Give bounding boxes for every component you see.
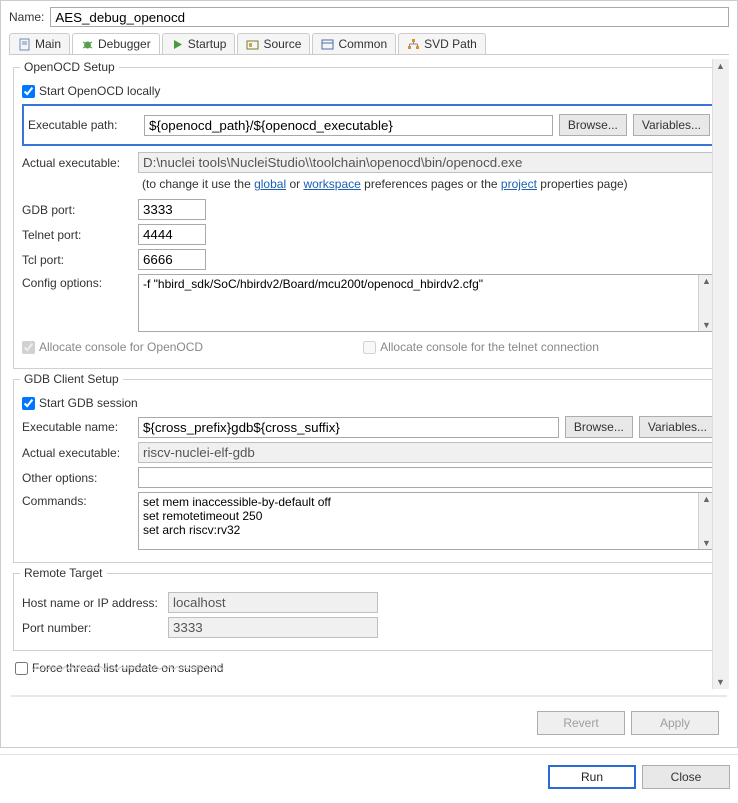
gdb-commands-textarea[interactable]: set mem inaccessible-by-default off set … (139, 493, 698, 549)
start-gdb-checkbox[interactable] (22, 397, 35, 410)
run-button[interactable]: Run (548, 765, 636, 789)
gdb-other-input[interactable] (138, 467, 716, 488)
workspace-link[interactable]: workspace (303, 177, 360, 191)
force-thread-checkbox[interactable] (15, 662, 28, 675)
gdb-client-group: GDB Client Setup Start GDB session Execu… (13, 379, 725, 563)
start-openocd-checkbox[interactable] (22, 85, 35, 98)
scroll-down-icon: ▼ (716, 677, 725, 687)
apply-button: Apply (631, 711, 719, 735)
openocd-setup-group: OpenOCD Setup Start OpenOCD locally Exec… (13, 67, 725, 369)
force-thread-row: Force thread list update on suspend (15, 661, 723, 675)
force-thread-label: Force thread list update on suspend (32, 661, 223, 675)
exec-path-browse-button[interactable]: Browse... (559, 114, 627, 136)
openocd-legend: OpenOCD Setup (20, 60, 119, 74)
close-button[interactable]: Close (642, 765, 730, 789)
tab-label: Common (338, 37, 387, 51)
tab-label: Source (263, 37, 301, 51)
name-input[interactable] (50, 7, 729, 27)
content-scrollbar[interactable]: ▲ ▼ (712, 59, 729, 689)
global-link[interactable]: global (254, 177, 286, 191)
alloc-openocd-label: Allocate console for OpenOCD (39, 340, 203, 354)
gdb-browse-button[interactable]: Browse... (565, 416, 633, 438)
remote-target-group: Remote Target Host name or IP address: P… (13, 573, 725, 651)
gdb-port-label: GDB port: (22, 203, 132, 217)
tab-label: Startup (188, 37, 227, 51)
actual-exec-label: Actual executable: (22, 156, 132, 170)
tab-startup[interactable]: Startup (162, 33, 236, 54)
tab-label: Main (35, 37, 61, 51)
source-icon (246, 38, 259, 51)
tab-source[interactable]: Source (237, 33, 310, 54)
scroll-down-icon: ▼ (702, 320, 711, 330)
exec-path-highlight: Executable path: Browse... Variables... (22, 104, 716, 146)
tab-label: SVD Path (424, 37, 477, 51)
gdb-actual-exec-label: Actual executable: (22, 446, 132, 460)
scroll-up-icon: ▲ (702, 494, 711, 504)
tab-common[interactable]: Common (312, 33, 396, 54)
gdb-commands-label: Commands: (22, 492, 132, 508)
tab-main[interactable]: Main (9, 33, 70, 54)
alloc-telnet-checkbox (363, 341, 376, 354)
revert-button: Revert (537, 711, 625, 735)
tab-label: Debugger (98, 37, 151, 51)
document-icon (18, 38, 31, 51)
tab-svd-path[interactable]: SVD Path (398, 33, 486, 54)
config-options-label: Config options: (22, 274, 132, 290)
remote-legend: Remote Target (20, 566, 107, 580)
scroll-up-icon: ▲ (702, 276, 711, 286)
host-label: Host name or IP address: (22, 596, 162, 610)
tcl-port-label: Tcl port: (22, 253, 132, 267)
scroll-up-icon: ▲ (716, 61, 725, 71)
gdb-legend: GDB Client Setup (20, 372, 123, 386)
project-link[interactable]: project (501, 177, 537, 191)
config-options-textarea[interactable]: -f "hbird_sdk/SoC/hbirdv2/Board/mcu200t/… (139, 275, 698, 331)
gdb-exec-name-input[interactable] (138, 417, 559, 438)
gdb-port-input[interactable] (138, 199, 206, 220)
gdb-variables-button[interactable]: Variables... (639, 416, 716, 438)
exec-path-input[interactable] (144, 115, 553, 136)
port-label: Port number: (22, 621, 162, 635)
gdb-other-label: Other options: (22, 471, 132, 485)
window-icon (321, 38, 334, 51)
gdb-actual-exec-input (138, 442, 716, 463)
telnet-port-label: Telnet port: (22, 228, 132, 242)
scroll-down-icon: ▼ (702, 538, 711, 548)
tabs-bar: Main Debugger Startup Source Common SVD … (9, 33, 729, 55)
host-input (168, 592, 378, 613)
change-note: (to change it use the global or workspac… (142, 177, 716, 191)
play-icon (171, 38, 184, 51)
actual-exec-input (138, 152, 716, 173)
start-openocd-label: Start OpenOCD locally (39, 84, 160, 98)
tab-debugger[interactable]: Debugger (72, 33, 160, 54)
tcl-port-input[interactable] (138, 249, 206, 270)
alloc-openocd-checkbox (22, 341, 35, 354)
exec-path-variables-button[interactable]: Variables... (633, 114, 710, 136)
port-input (168, 617, 378, 638)
telnet-port-input[interactable] (138, 224, 206, 245)
tree-icon (407, 38, 420, 51)
bug-icon (81, 38, 94, 51)
alloc-telnet-label: Allocate console for the telnet connecti… (380, 340, 599, 354)
name-label: Name: (9, 10, 44, 24)
gdb-exec-name-label: Executable name: (22, 420, 132, 434)
start-gdb-label: Start GDB session (39, 396, 138, 410)
exec-path-label: Executable path: (28, 118, 138, 132)
